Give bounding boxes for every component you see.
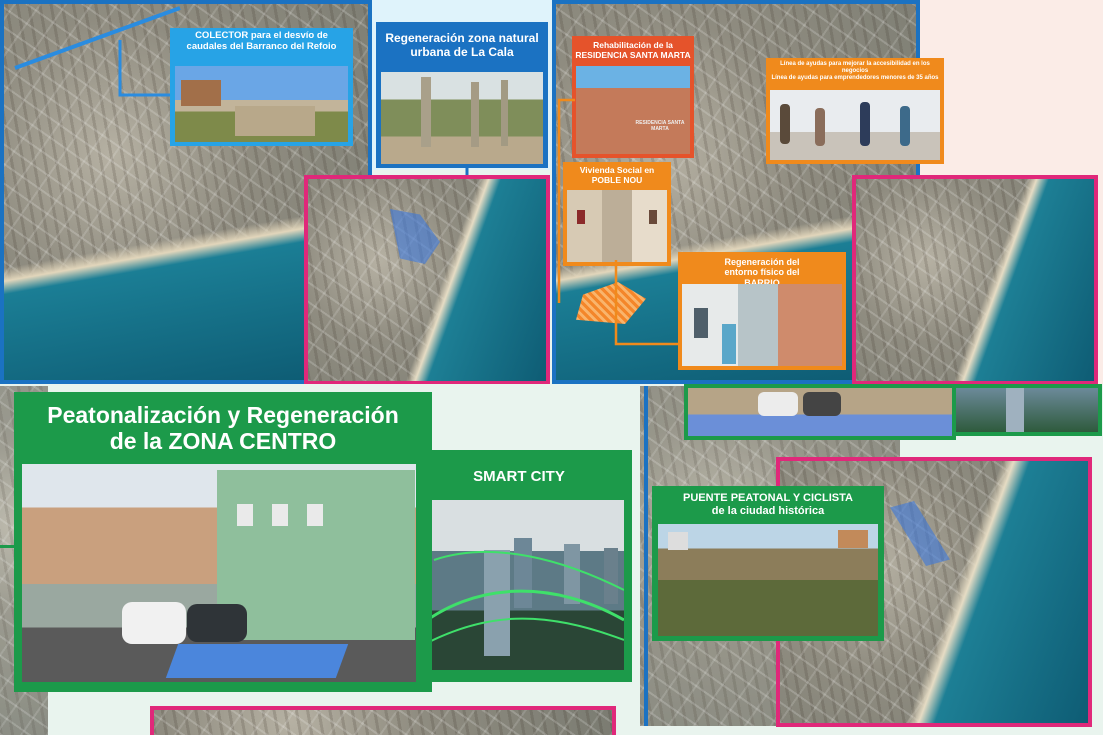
colector-panel: COLECTOR para el desvío de caudales del … — [170, 28, 353, 146]
vivienda-panel: Vivienda Social en POBLE NOU — [563, 162, 671, 266]
vivienda-title: Vivienda Social en POBLE NOU — [579, 165, 655, 185]
zona-centro-photo — [22, 464, 416, 682]
barrio-photo — [682, 284, 842, 366]
ayudas-photo — [770, 90, 940, 160]
smart-city-photo — [414, 500, 624, 670]
colector-photo — [175, 66, 348, 142]
barrio-title: Regeneración del entorno físico del BARR… — [724, 257, 800, 288]
ayudas-panel: Línea de ayudas para mejorar la accesibi… — [766, 58, 944, 164]
ayudas-line-1: Línea de ayudas para mejorar la accesibi… — [780, 61, 930, 74]
la-cala-photo — [381, 72, 543, 164]
santa-marta-title-1: Rehabilitación de la — [593, 40, 673, 50]
barrio-panel: Regeneración del entorno físico del BARR… — [678, 252, 846, 370]
old-town-zoom-map — [852, 175, 1098, 385]
smart-city-title: SMART CITY — [473, 468, 565, 485]
vivienda-photo — [567, 190, 667, 262]
smart-city-panel: SMART CITY — [406, 450, 632, 682]
zona-centro-title-1: Peatonalización y Regeneración — [47, 402, 399, 428]
santa-marta-photo: RESIDENCIA SANTA MARTA — [576, 66, 690, 154]
puente-photo — [658, 524, 878, 636]
santa-marta-sign: RESIDENCIA SANTA MARTA — [635, 120, 685, 132]
la-cala-zoom-map — [304, 175, 550, 385]
zona-centro-connector — [0, 545, 16, 548]
barrio-connector — [614, 260, 680, 346]
puente-title-2: de la ciudad histórica — [711, 504, 825, 517]
zona-centro-panel: Peatonalización y Regeneración de la ZON… — [14, 392, 432, 692]
smart-city-network-lines — [414, 550, 624, 651]
santa-marta-panel: Rehabilitación de la RESIDENCIA SANTA MA… — [572, 36, 694, 158]
zona-centro-title-2: de la ZONA CENTRO — [109, 428, 337, 455]
accessibility-parking-icon — [165, 644, 349, 678]
smart-city-photo-strip — [952, 384, 1102, 436]
bottom-pink-map-edge — [150, 706, 616, 735]
ayudas-line-2: Línea de ayudas para emprendedores menor… — [771, 74, 939, 81]
puente-title-1: PUENTE PEATONAL Y CICLISTA — [683, 492, 853, 504]
la-cala-title: Regeneración zona natural urbana de La C… — [385, 31, 539, 59]
colector-title: COLECTOR para el desvío de caudales del … — [186, 30, 337, 52]
parking-street-photo-strip — [684, 384, 956, 440]
puente-panel: PUENTE PEATONAL Y CICLISTA de la ciudad … — [652, 486, 884, 641]
santa-marta-title-2: RESIDENCIA SANTA MARTA — [575, 49, 691, 60]
la-cala-panel: Regeneración zona natural urbana de La C… — [372, 0, 552, 170]
